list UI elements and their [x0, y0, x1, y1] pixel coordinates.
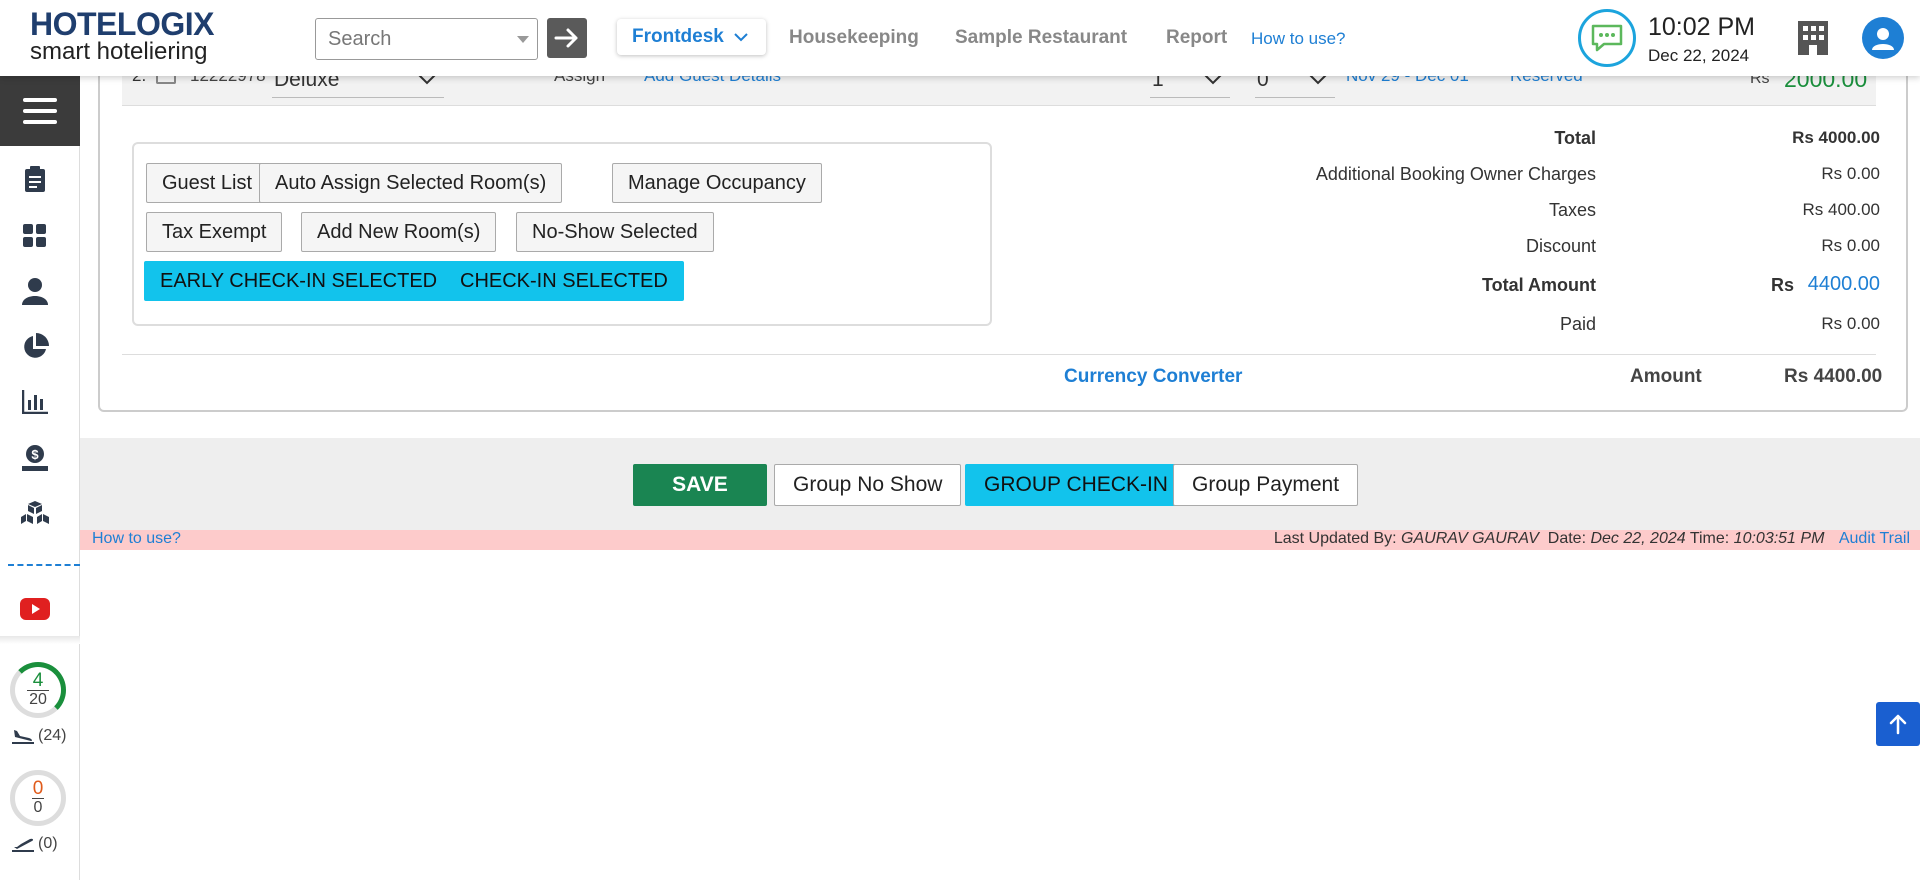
discount-value: Rs 0.00 — [1821, 236, 1880, 255]
updated-by-label: Last Updated By: — [1273, 530, 1397, 547]
plane-takeoff-icon — [12, 838, 34, 852]
summary-discount-row: Discount Rs 0.00 — [80, 236, 1920, 260]
save-button[interactable]: SAVE — [633, 464, 767, 506]
pie-chart-icon[interactable] — [20, 332, 50, 362]
search-box — [315, 18, 538, 60]
audit-how-to-use-link[interactable]: How to use? — [92, 530, 181, 548]
svg-text:$: $ — [31, 447, 39, 462]
arrivals-progress-ring[interactable]: 4 20 — [10, 662, 66, 718]
nav-sample-restaurant[interactable]: Sample Restaurant — [955, 27, 1127, 49]
search-dropdown-icon[interactable] — [517, 36, 529, 43]
taxes-label: Taxes — [1548, 200, 1596, 220]
footer-action-bar: SAVE Group No Show GROUP CHECK-IN Group … — [80, 438, 1920, 530]
group-payment-button[interactable]: Group Payment — [1173, 464, 1359, 506]
total-label: Total — [1554, 128, 1596, 148]
summary-owner-charges-row: Additional Booking Owner Charges Rs 0.00 — [80, 164, 1920, 188]
summary-total-amount-row: Total Amount Rs 4400.00 — [80, 273, 1920, 299]
paid-label: Paid — [1559, 314, 1596, 334]
date-value: Dec 22, 2024 — [1590, 530, 1686, 547]
audit-trail-link[interactable]: Audit Trail — [1839, 530, 1910, 547]
scroll-to-top-button[interactable] — [1876, 702, 1920, 746]
departures-progress-ring[interactable]: 0 0 — [10, 770, 66, 826]
top-bar: HOTELOGIX smart hoteliering Frontdesk Ho… — [0, 0, 1920, 76]
summary-paid-row: Paid Rs 0.00 — [80, 314, 1920, 338]
departures-count[interactable]: (0) — [12, 835, 58, 853]
nav-housekeeping[interactable]: Housekeeping — [789, 27, 919, 49]
summary-divider — [122, 354, 1876, 355]
bar-chart-icon[interactable] — [20, 387, 50, 417]
sidebar-divider — [8, 564, 80, 566]
departures-total: 0 — [31, 797, 45, 816]
total-amount-currency: Rs — [1770, 275, 1794, 295]
total-amount-label: Total Amount — [1482, 275, 1596, 295]
total-value: Rs 4000.00 — [1792, 128, 1880, 147]
group-checkin-button[interactable]: GROUP CHECK-IN — [965, 464, 1187, 506]
sidebar-section-divider — [0, 636, 80, 644]
total-amount-value[interactable]: 4400.00 — [1808, 273, 1880, 296]
time-label: Time: — [1689, 530, 1730, 547]
arrivals-count[interactable]: (24) — [12, 727, 66, 745]
logo[interactable]: HOTELOGIX smart hoteliering — [30, 8, 230, 65]
logo-tagline: smart hoteliering — [30, 38, 208, 65]
search-go-button[interactable] — [547, 18, 587, 58]
menu-toggle-button[interactable] — [0, 76, 80, 146]
dashboard-icon[interactable] — [20, 221, 50, 251]
nav-report[interactable]: Report — [1166, 27, 1227, 49]
inventory-icon[interactable] — [20, 499, 50, 529]
cash-icon[interactable]: $ — [20, 443, 50, 473]
currency-converter-link[interactable]: Currency Converter — [1064, 366, 1242, 388]
plane-landing-icon — [12, 730, 34, 744]
chat-icon — [1591, 24, 1623, 52]
taxes-value: Rs 400.00 — [1802, 200, 1881, 219]
amount-value: Rs 4400.00 — [1784, 366, 1883, 387]
search-input[interactable] — [316, 19, 506, 59]
arrow-up-icon — [1889, 714, 1907, 735]
owner-charges-label: Additional Booking Owner Charges — [1315, 164, 1596, 184]
arrivals-done: 4 — [32, 669, 44, 691]
nav-frontdesk-label: Frontdesk — [632, 26, 724, 47]
date-label: Date: — [1547, 530, 1587, 547]
sidebar: $ 4 20 (24) 0 0 (0) — [0, 76, 80, 880]
clock-date: Dec 22, 2024 — [1648, 46, 1750, 65]
chevron-down-icon — [734, 32, 748, 41]
time-value: 10:03:51 PM — [1733, 530, 1825, 547]
nav-frontdesk[interactable]: Frontdesk — [617, 19, 766, 55]
audit-bar: How to use? Last Updated By: GAURAV GAUR… — [80, 530, 1920, 550]
summary-total-row: Total Rs 4000.00 — [80, 128, 1920, 152]
chat-button[interactable] — [1578, 9, 1636, 67]
arrivals-total: 20 — [27, 689, 49, 708]
last-updated-info: Last Updated By: GAURAV GAURAV Date: Dec… — [1274, 530, 1910, 548]
user-avatar-icon[interactable] — [1862, 17, 1904, 59]
guest-icon[interactable] — [20, 276, 50, 306]
group-no-show-button[interactable]: Group No Show — [774, 464, 962, 506]
departures-count-label: (0) — [38, 835, 58, 852]
departures-done: 0 — [32, 777, 44, 799]
updated-by-value: GAURAV GAURAV — [1401, 530, 1539, 547]
clipboard-icon[interactable] — [20, 164, 50, 194]
amount-label: Amount — [1630, 366, 1702, 387]
nav-how-to-use[interactable]: How to use? — [1251, 29, 1346, 49]
owner-charges-value: Rs 0.00 — [1821, 164, 1880, 183]
paid-value: Rs 0.00 — [1821, 314, 1880, 333]
summary-taxes-row: Taxes Rs 400.00 — [80, 200, 1920, 224]
discount-label: Discount — [1525, 236, 1596, 256]
hamburger-icon — [23, 98, 57, 124]
arrow-right-icon — [554, 28, 578, 48]
logo-wordmark: HOTELOGIX — [30, 6, 214, 42]
youtube-icon[interactable] — [20, 594, 50, 624]
clock-time: 10:02 PM — [1648, 13, 1756, 41]
arrivals-count-label: (24) — [38, 727, 67, 744]
hotel-building-icon[interactable] — [1794, 19, 1832, 62]
